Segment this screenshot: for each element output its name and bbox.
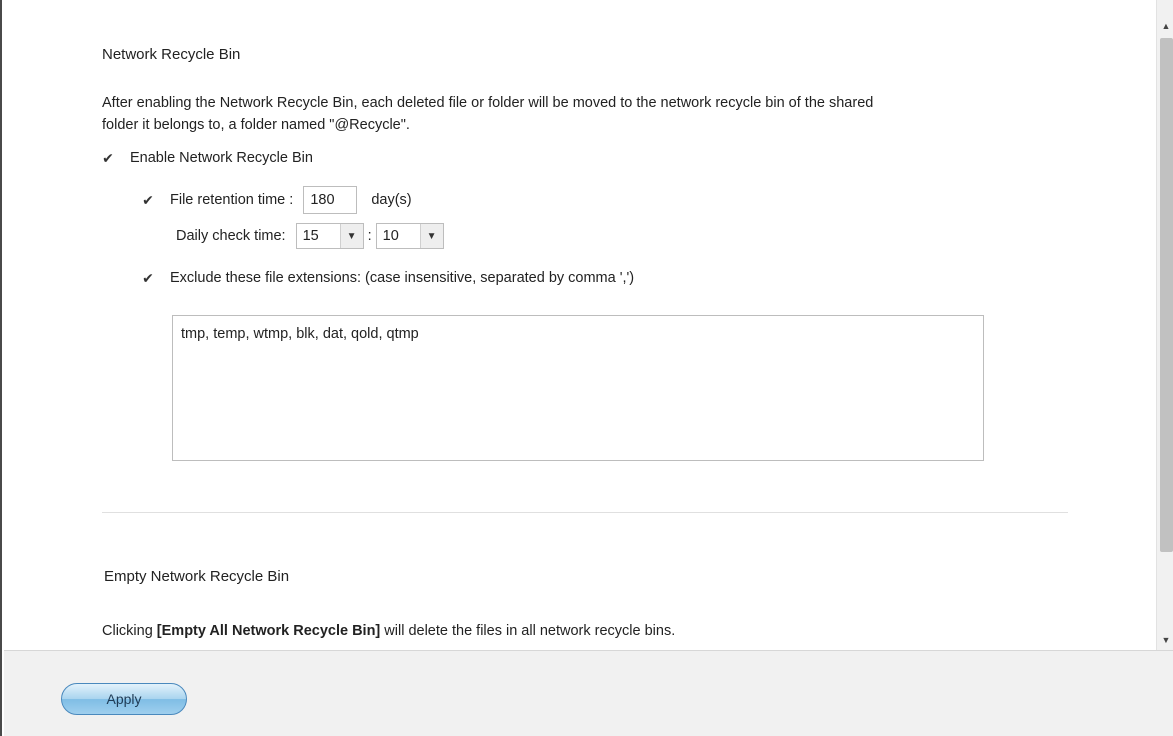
recycle-bin-description-line1: After enabling the Network Recycle Bin, …: [102, 95, 874, 111]
section-divider: [102, 512, 1068, 513]
check-hour-value: 15: [302, 228, 319, 244]
check-hour-select[interactable]: 15 ▼: [295, 223, 364, 249]
footer-bar: Apply: [4, 650, 1173, 736]
exclude-extensions-textarea[interactable]: tmp, temp, wtmp, blk, dat, qold, qtmp: [172, 315, 984, 461]
check-time-label: Daily check time:: [176, 228, 286, 244]
empty-text-suffix: will delete the files in all network rec…: [380, 623, 676, 639]
exclude-extensions-checkbox[interactable]: ✔: [140, 270, 156, 286]
settings-content: Network Recycle Bin After enabling the N…: [4, 0, 1156, 650]
recycle-bin-description-line2: folder it belongs to, a folder named "@R…: [102, 117, 410, 133]
scroll-down-icon[interactable]: ▼: [1157, 632, 1173, 648]
exclude-extensions-label: Exclude these file extensions: (case ins…: [170, 270, 635, 286]
settings-window: Network Recycle Bin After enabling the N…: [0, 0, 1173, 736]
retention-row: ✔ File retention time : day(s): [140, 186, 412, 214]
scroll-up-icon[interactable]: ▲: [1157, 18, 1173, 34]
chevron-down-icon: ▼: [339, 224, 363, 248]
retention-days-input[interactable]: [303, 186, 358, 214]
retention-checkbox[interactable]: ✔: [140, 192, 156, 208]
check-minute-value: 10: [382, 228, 399, 244]
retention-unit-label: day(s): [371, 192, 412, 208]
time-separator: :: [367, 228, 372, 244]
chevron-down-icon: ▼: [419, 224, 443, 248]
empty-recycle-bin-description: Clicking [Empty All Network Recycle Bin]…: [102, 620, 675, 642]
check-minute-select[interactable]: 10 ▼: [375, 223, 444, 249]
exclude-extensions-row: ✔ Exclude these file extensions: (case i…: [140, 270, 635, 287]
enable-recycle-bin-label: Enable Network Recycle Bin: [130, 150, 313, 166]
enable-recycle-bin-checkbox[interactable]: ✔: [100, 150, 116, 166]
check-time-row: Daily check time: 15 ▼ : 10 ▼: [176, 223, 444, 249]
vertical-scrollbar[interactable]: ▲ ▼: [1156, 0, 1173, 650]
scroll-thumb[interactable]: [1160, 38, 1173, 552]
enable-recycle-bin-row: ✔ Enable Network Recycle Bin: [100, 150, 313, 167]
recycle-bin-title: Network Recycle Bin: [102, 46, 241, 63]
empty-text-prefix: Clicking: [102, 623, 157, 639]
empty-all-link-text: [Empty All Network Recycle Bin]: [156, 623, 381, 639]
apply-button[interactable]: Apply: [61, 683, 187, 715]
retention-label: File retention time :: [170, 192, 294, 208]
empty-recycle-bin-title: Empty Network Recycle Bin: [104, 568, 290, 585]
